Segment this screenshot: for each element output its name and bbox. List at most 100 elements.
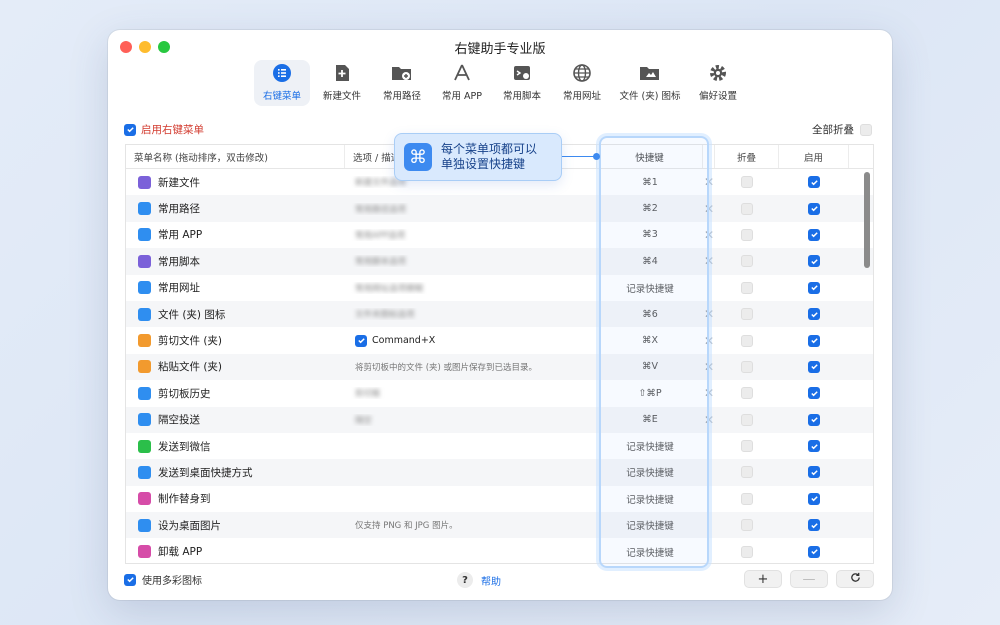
table-row[interactable]: 常用路径 常用路径选项 ⌘2 ✕ xyxy=(126,195,873,222)
clear-shortcut-button[interactable]: ✕ xyxy=(703,202,715,216)
enabled-checkbox[interactable] xyxy=(808,413,820,426)
tab-common-scripts[interactable]: 常用脚本 xyxy=(494,60,550,106)
enabled-cell[interactable] xyxy=(779,202,849,215)
table-row[interactable]: 文件 (夹) 图标 文件夹图标选项 ⌘6 ✕ xyxy=(126,300,873,328)
table-row[interactable]: 粘贴文件 (夹) 将剪切板中的文件 (夹) 或图片保存到已选目录。 ⌘V ✕ xyxy=(126,353,873,381)
shortcut-cell[interactable]: 记录快捷键 xyxy=(597,492,703,506)
clear-shortcut-button[interactable]: ✕ xyxy=(703,386,715,400)
enabled-cell[interactable] xyxy=(779,255,849,268)
fold-checkbox[interactable] xyxy=(741,334,753,347)
enabled-cell[interactable] xyxy=(779,492,849,505)
clear-shortcut-button[interactable]: ✕ xyxy=(703,360,715,374)
fold-cell[interactable] xyxy=(715,413,779,426)
fold-checkbox[interactable] xyxy=(741,202,753,215)
menu-item-name-cell[interactable]: 常用 APP xyxy=(126,227,345,242)
enabled-cell[interactable] xyxy=(779,413,849,426)
enabled-cell[interactable] xyxy=(779,545,849,558)
clear-shortcut-button[interactable]: ✕ xyxy=(703,334,715,348)
fold-cell[interactable] xyxy=(715,228,779,241)
menu-item-name-cell[interactable]: 常用路径 xyxy=(126,201,345,216)
vertical-scrollbar[interactable] xyxy=(864,172,870,268)
shortcut-cell[interactable]: 记录快捷键 xyxy=(597,518,703,532)
fold-checkbox[interactable] xyxy=(741,519,753,532)
add-item-button[interactable]: + xyxy=(744,570,782,588)
fold-cell[interactable] xyxy=(715,492,779,505)
fold-checkbox[interactable] xyxy=(741,466,753,479)
fold-cell[interactable] xyxy=(715,176,779,189)
fold-checkbox[interactable] xyxy=(741,492,753,505)
help-link[interactable]: ? 帮助 xyxy=(457,572,501,588)
shortcut-cell[interactable]: ⌘6 xyxy=(597,309,703,320)
fold-checkbox[interactable] xyxy=(741,545,753,558)
menu-item-name-cell[interactable]: 发送到微信 xyxy=(126,439,345,454)
table-row[interactable]: 常用网址 常用网址选项模糊 记录快捷键 xyxy=(126,275,873,301)
menu-item-name-cell[interactable]: 隔空投送 xyxy=(126,412,345,427)
fold-cell[interactable] xyxy=(715,360,779,373)
enabled-cell[interactable] xyxy=(779,466,849,479)
fold-checkbox[interactable] xyxy=(741,440,753,453)
enabled-checkbox[interactable] xyxy=(808,308,820,321)
menu-item-name-cell[interactable]: 剪切文件 (夹) xyxy=(126,333,345,348)
shortcut-cell[interactable]: 记录快捷键 xyxy=(597,545,703,559)
tab-common-paths[interactable]: 常用路径 xyxy=(374,60,430,106)
enable-checkbox[interactable] xyxy=(124,123,136,136)
tab-new-file[interactable]: 新建文件 xyxy=(314,60,370,106)
fold-cell[interactable] xyxy=(715,308,779,321)
shortcut-cell[interactable]: ⌘V xyxy=(597,361,703,372)
fold-cell[interactable] xyxy=(715,334,779,347)
enabled-cell[interactable] xyxy=(779,281,849,294)
table-row[interactable]: 发送到桌面快捷方式 记录快捷键 xyxy=(126,459,873,486)
enabled-cell[interactable] xyxy=(779,228,849,241)
shortcut-cell[interactable]: ⌘4 xyxy=(597,256,703,267)
multicolor-checkbox[interactable] xyxy=(124,573,136,586)
enabled-cell[interactable] xyxy=(779,308,849,321)
collapse-all-checkbox[interactable] xyxy=(860,123,872,136)
table-row[interactable]: 卸载 APP 记录快捷键 xyxy=(126,538,873,563)
enabled-checkbox[interactable] xyxy=(808,360,820,373)
shortcut-cell[interactable]: ⌘X xyxy=(597,335,703,346)
fold-cell[interactable] xyxy=(715,202,779,215)
fold-checkbox[interactable] xyxy=(741,176,753,189)
fold-checkbox[interactable] xyxy=(741,228,753,241)
enabled-checkbox[interactable] xyxy=(808,519,820,532)
option-checkbox[interactable] xyxy=(355,334,367,347)
enabled-cell[interactable] xyxy=(779,387,849,400)
enabled-checkbox[interactable] xyxy=(808,492,820,505)
column-header-name[interactable]: 菜单名称 (拖动排序，双击修改) xyxy=(126,145,345,168)
table-row[interactable]: 常用 APP 常用APP选项 ⌘3 ✕ xyxy=(126,222,873,248)
column-header-enabled[interactable]: 启用 xyxy=(779,145,849,168)
enable-right-click-menu[interactable]: 启用右键菜单 xyxy=(124,122,204,137)
clear-shortcut-button[interactable]: ✕ xyxy=(703,228,715,242)
menu-item-name-cell[interactable]: 设为桌面图片 xyxy=(126,518,345,533)
shortcut-cell[interactable]: ⌘1 xyxy=(597,177,703,188)
column-header-shortcut[interactable]: 快捷键 xyxy=(597,145,703,168)
enabled-cell[interactable] xyxy=(779,334,849,347)
fold-checkbox[interactable] xyxy=(741,255,753,268)
tab-common-apps[interactable]: 常用 APP xyxy=(434,60,490,106)
table-row[interactable]: 常用脚本 常用脚本选项 ⌘4 ✕ xyxy=(126,248,873,275)
question-icon[interactable]: ? xyxy=(457,572,473,588)
shortcut-cell[interactable]: ⇧⌘P xyxy=(597,388,703,399)
enabled-checkbox[interactable] xyxy=(808,466,820,479)
tab-common-urls[interactable]: 常用网址 xyxy=(554,60,610,106)
shortcut-cell[interactable]: 记录快捷键 xyxy=(597,465,703,479)
fold-checkbox[interactable] xyxy=(741,360,753,373)
collapse-all[interactable]: 全部折叠 xyxy=(812,122,872,137)
enabled-checkbox[interactable] xyxy=(808,440,820,453)
menu-item-name-cell[interactable]: 常用网址 xyxy=(126,280,345,295)
enabled-checkbox[interactable] xyxy=(808,255,820,268)
remove-item-button[interactable]: — xyxy=(790,570,828,588)
table-row[interactable]: 发送到微信 记录快捷键 xyxy=(126,433,873,459)
table-row[interactable]: 隔空投送 隔空 ⌘E ✕ xyxy=(126,406,873,433)
enabled-cell[interactable] xyxy=(779,519,849,532)
fold-cell[interactable] xyxy=(715,387,779,400)
fold-cell[interactable] xyxy=(715,281,779,294)
fold-cell[interactable] xyxy=(715,466,779,479)
shortcut-cell[interactable]: 记录快捷键 xyxy=(597,439,703,453)
menu-item-name-cell[interactable]: 新建文件 xyxy=(126,175,345,190)
menu-item-name-cell[interactable]: 卸载 APP xyxy=(126,544,345,559)
menu-item-name-cell[interactable]: 制作替身到 xyxy=(126,491,345,506)
fold-cell[interactable] xyxy=(715,519,779,532)
menu-item-name-cell[interactable]: 文件 (夹) 图标 xyxy=(126,307,345,322)
clear-shortcut-button[interactable]: ✕ xyxy=(703,413,715,427)
